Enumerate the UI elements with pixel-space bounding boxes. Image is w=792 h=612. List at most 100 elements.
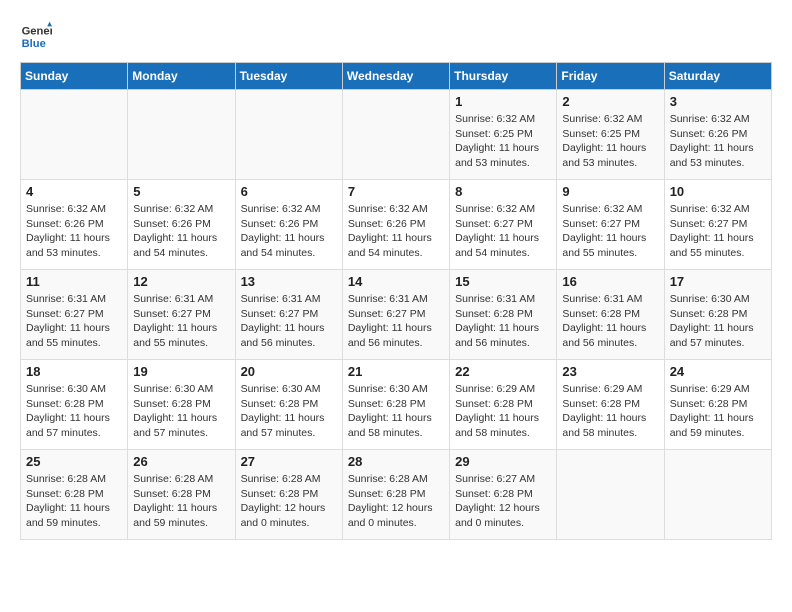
calendar-cell bbox=[342, 90, 449, 180]
calendar-cell: 20 Sunrise: 6:30 AM Sunset: 6:28 PM Dayli… bbox=[235, 360, 342, 450]
day-info: Sunrise: 6:28 AM Sunset: 6:28 PM Dayligh… bbox=[26, 472, 122, 531]
day-info: Sunrise: 6:32 AM Sunset: 6:26 PM Dayligh… bbox=[26, 202, 122, 261]
calendar-cell: 24 Sunrise: 6:29 AM Sunset: 6:28 PM Dayli… bbox=[664, 360, 771, 450]
calendar-cell: 2Sunrise: 6:32 AM Sunset: 6:25 PM Daylig… bbox=[557, 90, 664, 180]
day-number: 29 bbox=[455, 454, 551, 469]
calendar-cell: 22 Sunrise: 6:29 AM Sunset: 6:28 PM Dayli… bbox=[450, 360, 557, 450]
weekday-header-monday: Monday bbox=[128, 63, 235, 90]
day-number: 11 bbox=[26, 274, 122, 289]
calendar-cell: 15Sunrise: 6:31 AM Sunset: 6:28 PM Dayli… bbox=[450, 270, 557, 360]
day-info: Sunrise: 6:31 AM Sunset: 6:27 PM Dayligh… bbox=[133, 292, 229, 351]
calendar-cell: 17 Sunrise: 6:30 AM Sunset: 6:28 PM Dayli… bbox=[664, 270, 771, 360]
day-number: 8 bbox=[455, 184, 551, 199]
calendar-cell: 28Sunrise: 6:28 AM Sunset: 6:28 PM Dayli… bbox=[342, 450, 449, 540]
calendar-table: SundayMondayTuesdayWednesdayThursdayFrid… bbox=[20, 62, 772, 540]
weekday-header-row: SundayMondayTuesdayWednesdayThursdayFrid… bbox=[21, 63, 772, 90]
calendar-cell bbox=[235, 90, 342, 180]
day-number: 24 bbox=[670, 364, 766, 379]
day-number: 20 bbox=[241, 364, 337, 379]
calendar-cell bbox=[664, 450, 771, 540]
week-row-2: 4 Sunrise: 6:32 AM Sunset: 6:26 PM Daylig… bbox=[21, 180, 772, 270]
day-number: 26 bbox=[133, 454, 229, 469]
day-info: Sunrise: 6:32 AM Sunset: 6:27 PM Dayligh… bbox=[562, 202, 658, 261]
calendar-cell bbox=[21, 90, 128, 180]
day-info: Sunrise: 6:30 AM Sunset: 6:28 PM Dayligh… bbox=[241, 382, 337, 441]
weekday-header-saturday: Saturday bbox=[664, 63, 771, 90]
weekday-header-thursday: Thursday bbox=[450, 63, 557, 90]
day-info: Sunrise: 6:32 AM Sunset: 6:26 PM Dayligh… bbox=[348, 202, 444, 261]
day-number: 27 bbox=[241, 454, 337, 469]
day-number: 28 bbox=[348, 454, 444, 469]
calendar-cell: 10 Sunrise: 6:32 AM Sunset: 6:27 PM Dayli… bbox=[664, 180, 771, 270]
calendar-cell: 7 Sunrise: 6:32 AM Sunset: 6:26 PM Daylig… bbox=[342, 180, 449, 270]
day-number: 4 bbox=[26, 184, 122, 199]
day-info: Sunrise: 6:32 AM Sunset: 6:27 PM Dayligh… bbox=[455, 202, 551, 261]
logo: General Blue bbox=[20, 20, 56, 52]
calendar-cell: 23Sunrise: 6:29 AM Sunset: 6:28 PM Dayli… bbox=[557, 360, 664, 450]
calendar-cell: 9 Sunrise: 6:32 AM Sunset: 6:27 PM Daylig… bbox=[557, 180, 664, 270]
day-info: Sunrise: 6:27 AM Sunset: 6:28 PM Dayligh… bbox=[455, 472, 551, 531]
day-info: Sunrise: 6:32 AM Sunset: 6:26 PM Dayligh… bbox=[670, 112, 766, 171]
day-info: Sunrise: 6:29 AM Sunset: 6:28 PM Dayligh… bbox=[670, 382, 766, 441]
day-number: 16 bbox=[562, 274, 658, 289]
day-info: Sunrise: 6:30 AM Sunset: 6:28 PM Dayligh… bbox=[26, 382, 122, 441]
calendar-cell: 25 Sunrise: 6:28 AM Sunset: 6:28 PM Dayli… bbox=[21, 450, 128, 540]
svg-text:General: General bbox=[22, 25, 52, 37]
calendar-cell: 13 Sunrise: 6:31 AM Sunset: 6:27 PM Dayli… bbox=[235, 270, 342, 360]
day-info: Sunrise: 6:30 AM Sunset: 6:28 PM Dayligh… bbox=[348, 382, 444, 441]
day-number: 2 bbox=[562, 94, 658, 109]
day-number: 6 bbox=[241, 184, 337, 199]
calendar-cell: 3 Sunrise: 6:32 AM Sunset: 6:26 PM Daylig… bbox=[664, 90, 771, 180]
weekday-header-wednesday: Wednesday bbox=[342, 63, 449, 90]
calendar-cell: 4 Sunrise: 6:32 AM Sunset: 6:26 PM Daylig… bbox=[21, 180, 128, 270]
day-info: Sunrise: 6:28 AM Sunset: 6:28 PM Dayligh… bbox=[241, 472, 337, 531]
calendar-cell: 12 Sunrise: 6:31 AM Sunset: 6:27 PM Dayli… bbox=[128, 270, 235, 360]
day-number: 7 bbox=[348, 184, 444, 199]
day-number: 14 bbox=[348, 274, 444, 289]
day-number: 1 bbox=[455, 94, 551, 109]
page-header: General Blue bbox=[20, 20, 772, 52]
calendar-cell: 27 Sunrise: 6:28 AM Sunset: 6:28 PM Dayli… bbox=[235, 450, 342, 540]
day-info: Sunrise: 6:31 AM Sunset: 6:27 PM Dayligh… bbox=[241, 292, 337, 351]
day-info: Sunrise: 6:29 AM Sunset: 6:28 PM Dayligh… bbox=[455, 382, 551, 441]
week-row-3: 11 Sunrise: 6:31 AM Sunset: 6:27 PM Dayli… bbox=[21, 270, 772, 360]
day-number: 13 bbox=[241, 274, 337, 289]
day-info: Sunrise: 6:31 AM Sunset: 6:27 PM Dayligh… bbox=[26, 292, 122, 351]
day-number: 25 bbox=[26, 454, 122, 469]
svg-text:Blue: Blue bbox=[22, 38, 46, 50]
day-number: 3 bbox=[670, 94, 766, 109]
day-info: Sunrise: 6:32 AM Sunset: 6:26 PM Dayligh… bbox=[133, 202, 229, 261]
day-info: Sunrise: 6:31 AM Sunset: 6:28 PM Dayligh… bbox=[562, 292, 658, 351]
day-info: Sunrise: 6:30 AM Sunset: 6:28 PM Dayligh… bbox=[670, 292, 766, 351]
day-number: 21 bbox=[348, 364, 444, 379]
calendar-cell bbox=[128, 90, 235, 180]
weekday-header-friday: Friday bbox=[557, 63, 664, 90]
calendar-cell: 6Sunrise: 6:32 AM Sunset: 6:26 PM Daylig… bbox=[235, 180, 342, 270]
day-number: 19 bbox=[133, 364, 229, 379]
calendar-cell: 11 Sunrise: 6:31 AM Sunset: 6:27 PM Dayli… bbox=[21, 270, 128, 360]
day-number: 22 bbox=[455, 364, 551, 379]
day-info: Sunrise: 6:31 AM Sunset: 6:27 PM Dayligh… bbox=[348, 292, 444, 351]
calendar-cell: 26 Sunrise: 6:28 AM Sunset: 6:28 PM Dayli… bbox=[128, 450, 235, 540]
day-info: Sunrise: 6:32 AM Sunset: 6:27 PM Dayligh… bbox=[670, 202, 766, 261]
calendar-cell: 18 Sunrise: 6:30 AM Sunset: 6:28 PM Dayli… bbox=[21, 360, 128, 450]
week-row-4: 18 Sunrise: 6:30 AM Sunset: 6:28 PM Dayli… bbox=[21, 360, 772, 450]
day-info: Sunrise: 6:32 AM Sunset: 6:25 PM Dayligh… bbox=[455, 112, 551, 171]
calendar-cell: 5 Sunrise: 6:32 AM Sunset: 6:26 PM Daylig… bbox=[128, 180, 235, 270]
calendar-cell: 19 Sunrise: 6:30 AM Sunset: 6:28 PM Dayli… bbox=[128, 360, 235, 450]
calendar-cell: 14 Sunrise: 6:31 AM Sunset: 6:27 PM Dayli… bbox=[342, 270, 449, 360]
day-number: 17 bbox=[670, 274, 766, 289]
day-number: 5 bbox=[133, 184, 229, 199]
week-row-5: 25 Sunrise: 6:28 AM Sunset: 6:28 PM Dayli… bbox=[21, 450, 772, 540]
day-number: 9 bbox=[562, 184, 658, 199]
weekday-header-sunday: Sunday bbox=[21, 63, 128, 90]
weekday-header-tuesday: Tuesday bbox=[235, 63, 342, 90]
day-info: Sunrise: 6:30 AM Sunset: 6:28 PM Dayligh… bbox=[133, 382, 229, 441]
day-info: Sunrise: 6:28 AM Sunset: 6:28 PM Dayligh… bbox=[133, 472, 229, 531]
day-number: 10 bbox=[670, 184, 766, 199]
calendar-cell bbox=[557, 450, 664, 540]
day-number: 12 bbox=[133, 274, 229, 289]
day-number: 18 bbox=[26, 364, 122, 379]
day-info: Sunrise: 6:29 AM Sunset: 6:28 PM Dayligh… bbox=[562, 382, 658, 441]
calendar-cell: 1 Sunrise: 6:32 AM Sunset: 6:25 PM Daylig… bbox=[450, 90, 557, 180]
